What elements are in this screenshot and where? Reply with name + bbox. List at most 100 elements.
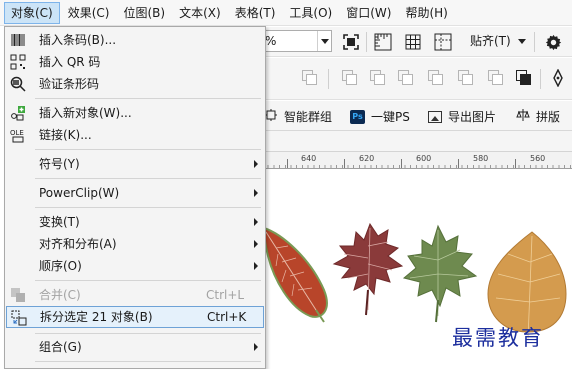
intersect-icon[interactable]	[370, 70, 385, 85]
menu-separator	[35, 280, 261, 281]
submenu-arrow-icon	[254, 160, 258, 168]
menu-item-break-apart[interactable]: 拆分选定 21 对象(B) Ctrl+K	[6, 306, 264, 328]
menu-item-label: PowerClip(W)	[39, 186, 120, 200]
ruler-label: 640	[301, 154, 317, 163]
standard-toolbar: % 贴齐(T)	[262, 27, 572, 57]
one-key-ps-label: 一键PS	[371, 110, 410, 124]
menu-text[interactable]: 文本(X)	[173, 2, 227, 24]
tile-layout-button[interactable]: 拼版	[516, 108, 560, 125]
submenu-arrow-icon	[254, 262, 258, 270]
menu-item-label: 顺序(O)	[39, 259, 82, 273]
menu-bar: 对象(C) 效果(C) 位图(B) 文本(X) 表格(T) 工具(O) 窗口(W…	[0, 0, 572, 26]
submenu-arrow-icon	[254, 189, 258, 197]
tile-layout-label: 拼版	[536, 110, 561, 124]
guidelines-icon[interactable]	[432, 31, 454, 53]
menu-separator	[35, 333, 261, 334]
zoom-level-select[interactable]: %	[262, 30, 332, 52]
full-screen-preview-icon[interactable]	[340, 31, 362, 53]
property-bar	[262, 58, 572, 100]
toolbar-divider	[534, 32, 535, 52]
menu-separator	[35, 207, 261, 208]
break-apart-icon	[11, 310, 27, 326]
export-image-label: 导出图片	[448, 110, 497, 124]
ruler-tick	[344, 159, 345, 168]
menu-item-group[interactable]: 组合(G)	[6, 336, 264, 358]
ruler-label: 580	[473, 154, 489, 163]
menu-item-label: 链接(K)...	[39, 128, 92, 142]
submenu-arrow-icon	[254, 343, 258, 351]
smart-group-button[interactable]: 智能群组	[264, 108, 332, 125]
snap-to-dropdown[interactable]: 贴齐(T)	[470, 32, 526, 49]
barcode-icon	[10, 32, 26, 48]
svg-text:OLE: OLE	[10, 129, 24, 137]
back-minus-front-icon[interactable]	[458, 70, 473, 85]
combine-icon	[10, 287, 26, 303]
grid-icon[interactable]	[402, 31, 424, 53]
menu-item-align-distribute[interactable]: 对齐和分布(A)	[6, 233, 264, 255]
menu-table[interactable]: 表格(T)	[229, 2, 282, 24]
ruler-label: 560	[530, 154, 546, 163]
chevron-down-icon	[517, 39, 526, 44]
menu-item-label: 插入新对象(W)...	[39, 106, 132, 120]
menu-item-label: 符号(Y)	[39, 157, 80, 171]
menu-item-label: 验证条形码	[39, 77, 100, 91]
maroon-leaf[interactable]	[332, 222, 404, 316]
one-key-ps-button[interactable]: Ps 一键PS	[350, 108, 410, 125]
snap-to-label: 贴齐(T)	[470, 34, 511, 48]
red-leaf[interactable]	[262, 226, 328, 323]
menu-item-transform[interactable]: 变换(T)	[6, 211, 264, 233]
zoom-level-value: %	[265, 34, 277, 48]
menu-item-verify-barcode[interactable]: 验证条形码	[6, 73, 264, 95]
menu-effects[interactable]: 效果(C)	[62, 2, 116, 24]
ruler-tick	[401, 159, 402, 168]
smart-group-label: 智能群组	[284, 110, 333, 124]
submenu-arrow-icon	[254, 240, 258, 248]
menu-item-label: 合并(C)	[39, 288, 81, 302]
green-leaf[interactable]	[402, 224, 478, 323]
gear-icon[interactable]	[542, 31, 564, 53]
front-minus-back-icon[interactable]	[428, 70, 443, 85]
smart-group-icon	[264, 108, 278, 125]
weld-icon[interactable]	[302, 70, 317, 85]
horizontal-ruler[interactable]: 640 620 600 580 560	[262, 151, 572, 169]
export-image-button[interactable]: 导出图片	[428, 108, 496, 125]
ole-link-icon: OLE	[10, 127, 26, 143]
menu-item-insert-new-object[interactable]: 插入新对象(W)...	[6, 102, 264, 124]
watermark-text: 最需教育	[452, 326, 544, 350]
menu-item-combine[interactable]: 合并(C) Ctrl+L	[6, 284, 264, 306]
ruler-tick	[515, 159, 516, 168]
menu-item-label: 对齐和分布(A)	[39, 237, 117, 251]
trim-icon[interactable]	[342, 70, 357, 85]
toolbar-divider	[328, 69, 329, 89]
object-menu-dropdown: 插入条码(B)... 插入 QR 码 验证条形码 插入新对象(W)... OLE…	[4, 26, 266, 369]
menu-help[interactable]: 帮助(H)	[399, 2, 453, 24]
menu-separator	[35, 178, 261, 179]
menu-item-label: 插入条码(B)...	[39, 33, 117, 47]
menu-item-powerclip[interactable]: PowerClip(W)	[6, 182, 264, 204]
menu-item-shortcut: Ctrl+L	[206, 288, 245, 302]
rulers-icon[interactable]	[372, 31, 394, 53]
chevron-down-icon[interactable]	[317, 31, 331, 51]
menu-item-symbol[interactable]: 符号(Y)	[6, 153, 264, 175]
toolbar-gap	[262, 131, 572, 151]
menu-separator	[35, 98, 261, 99]
menu-separator	[35, 149, 261, 150]
menu-item-order[interactable]: 顺序(O)	[6, 255, 264, 277]
create-boundary-icon[interactable]	[516, 70, 531, 85]
ruler-label: 600	[416, 154, 432, 163]
pen-nib-icon[interactable]	[547, 67, 569, 89]
menu-object[interactable]: 对象(C)	[4, 1, 60, 24]
menu-separator	[35, 361, 261, 362]
menu-item-links[interactable]: OLE 链接(K)...	[6, 124, 264, 146]
insert-object-icon	[10, 105, 26, 121]
menu-item-insert-qr-code[interactable]: 插入 QR 码	[6, 51, 264, 73]
simplify-icon[interactable]	[398, 70, 413, 85]
plugin-toolbar: 智能群组 Ps 一键PS 导出图片 拼版	[262, 101, 572, 131]
boundary-icon[interactable]	[488, 70, 503, 85]
qr-code-icon	[10, 54, 26, 70]
menu-tools[interactable]: 工具(O)	[283, 2, 338, 24]
toolbar-divider	[540, 69, 541, 89]
menu-item-insert-barcode[interactable]: 插入条码(B)...	[6, 29, 264, 51]
menu-window[interactable]: 窗口(W)	[340, 2, 397, 24]
menu-bitmaps[interactable]: 位图(B)	[118, 2, 172, 24]
